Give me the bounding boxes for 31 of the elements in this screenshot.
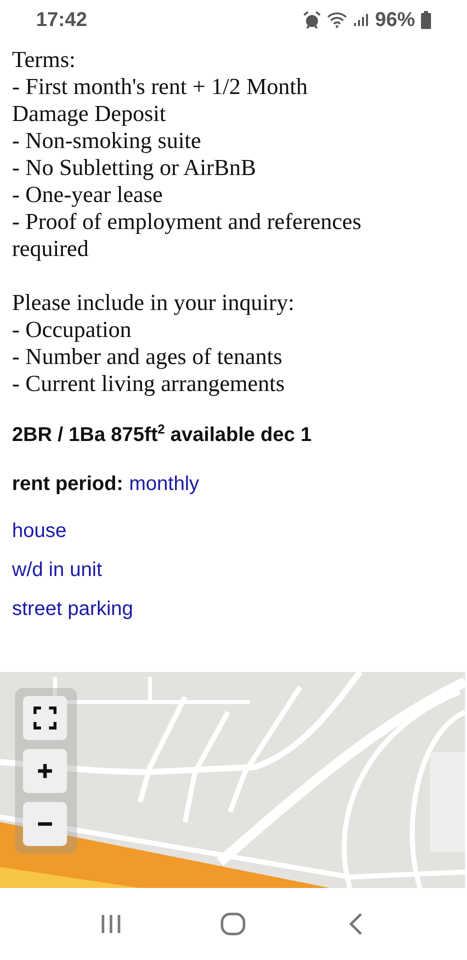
inquiry-item: - Current living arrangements	[12, 370, 286, 397]
terms-item: - No Subletting or AirBnB	[12, 154, 258, 181]
wifi-icon	[326, 12, 347, 28]
terms-item: - First month's rent + 1/2 Month Damage Deposit	[12, 73, 309, 127]
unit-summary: 2BR / 1Ba 875ft$^{2}$ available dec 1	[12, 424, 313, 447]
terms-item: - Non-smoking suite	[12, 127, 202, 154]
fullscreen-button[interactable]	[23, 696, 67, 740]
attribute-link[interactable]: house	[12, 520, 66, 543]
zoom-in-button[interactable]	[23, 749, 67, 793]
plus-icon	[37, 763, 53, 779]
alarm-icon	[302, 11, 321, 29]
recents-icon	[100, 914, 122, 934]
battery-icon	[421, 11, 431, 29]
home-icon	[220, 912, 246, 936]
fullscreen-icon	[33, 706, 57, 730]
inquiry-item: - Number and ages of tenants	[12, 343, 284, 370]
signal-icon	[352, 13, 369, 27]
clock-time: 17:42	[36, 8, 88, 32]
battery-percent: 96%	[374, 8, 415, 32]
minus-icon	[37, 822, 53, 826]
terms-item: - Proof of employment and references required	[12, 208, 362, 262]
back-icon	[348, 912, 363, 936]
inquiry-item: - Occupation	[12, 316, 132, 343]
attribute-link[interactable]: w/d in unit	[12, 559, 102, 582]
terms-heading: Terms:	[12, 46, 77, 73]
attribute-link[interactable]: street parking	[12, 598, 134, 621]
inquiry-heading: Please include in your inquiry:	[12, 289, 296, 316]
terms-item: - One-year lease	[12, 181, 164, 208]
rent-period-label: rent period:	[12, 473, 124, 496]
zoom-out-button[interactable]	[23, 802, 67, 846]
rent-period-link[interactable]: monthly	[129, 473, 200, 496]
